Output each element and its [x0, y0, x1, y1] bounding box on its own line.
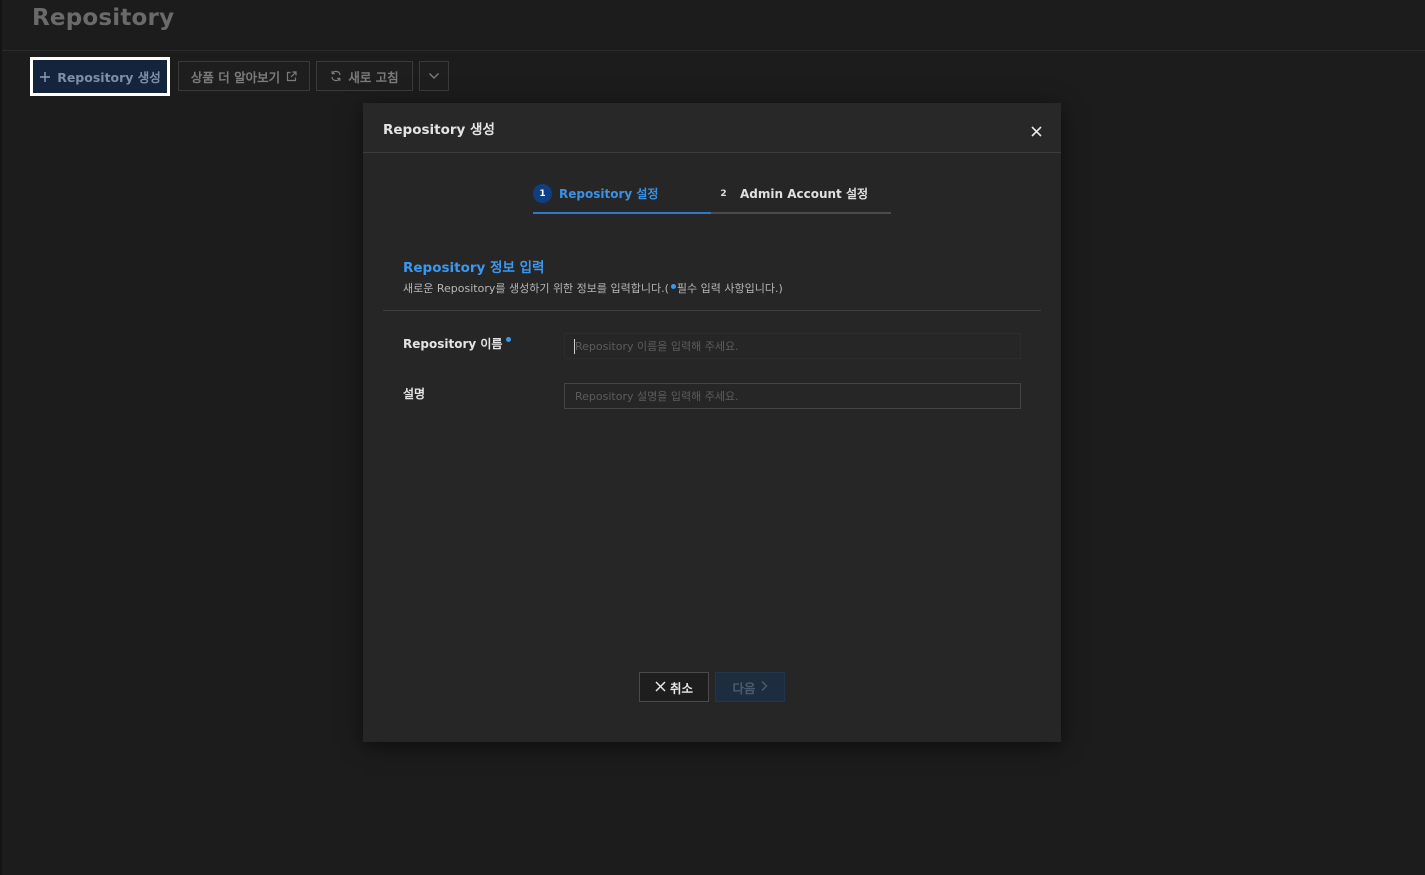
required-dot-icon: [670, 284, 676, 289]
step-admin-account-settings: 2 Admin Account 설정: [714, 184, 868, 203]
learn-more-button[interactable]: 상품 더 알아보기: [178, 61, 310, 91]
refresh-button[interactable]: 새로 고침: [316, 61, 413, 91]
page-title: Repository: [32, 5, 175, 31]
cancel-label: 취소: [669, 680, 693, 696]
left-rail: [0, 0, 2, 875]
step-indicator: 1 Repository 설정 2 Admin Account 설정: [533, 181, 891, 214]
text-cursor: [574, 339, 575, 354]
refresh-label: 새로 고침: [348, 69, 399, 85]
close-icon: [655, 680, 666, 695]
repository-name-input[interactable]: [564, 333, 1021, 359]
next-button[interactable]: 다음: [715, 672, 785, 702]
close-icon: [1030, 122, 1042, 141]
plus-icon: [39, 71, 51, 83]
create-repository-label: Repository 생성: [57, 70, 161, 85]
description-input[interactable]: [564, 383, 1021, 409]
modal-header: Repository 생성: [363, 103, 1061, 153]
section-title: Repository 정보 입력: [403, 260, 545, 276]
next-label: 다음: [732, 680, 756, 696]
section-description-start: 새로운 Repository를 생성하기 위한 정보를 입력합니다.(: [403, 282, 669, 295]
step-label: Repository 설정: [559, 187, 659, 201]
chevron-down-icon: [428, 72, 440, 80]
step-number: 1: [533, 184, 552, 203]
learn-more-label: 상품 더 알아보기: [190, 69, 281, 85]
header-divider: [2, 50, 1425, 51]
step-repository-settings: 1 Repository 설정: [533, 184, 658, 203]
repository-name-label: Repository 이름: [403, 335, 512, 352]
create-repository-button[interactable]: Repository 생성: [30, 57, 170, 96]
section-divider: [383, 310, 1041, 311]
step-label: Admin Account 설정: [740, 187, 869, 201]
refresh-icon: [330, 70, 342, 82]
step-number: 2: [720, 188, 727, 199]
section-description: 새로운 Repository를 생성하기 위한 정보를 입력합니다.( 필수 입력…: [403, 280, 783, 296]
cancel-button[interactable]: 취소: [639, 672, 709, 702]
close-button[interactable]: [1025, 120, 1047, 142]
required-dot-icon: [506, 337, 512, 342]
section-description-end: 필수 입력 사항입니다.): [676, 282, 783, 295]
active-step-indicator: [533, 212, 711, 214]
external-link-icon: [286, 70, 297, 82]
chevron-right-icon: [760, 680, 768, 695]
modal-title: Repository 생성: [383, 122, 495, 138]
create-repository-modal: Repository 생성 1 Repository 설정 2 Admin Ac…: [363, 103, 1061, 742]
repository-name-label-text: Repository 이름: [403, 337, 503, 351]
more-options-button[interactable]: [419, 61, 449, 91]
description-label: 설명: [403, 387, 426, 401]
